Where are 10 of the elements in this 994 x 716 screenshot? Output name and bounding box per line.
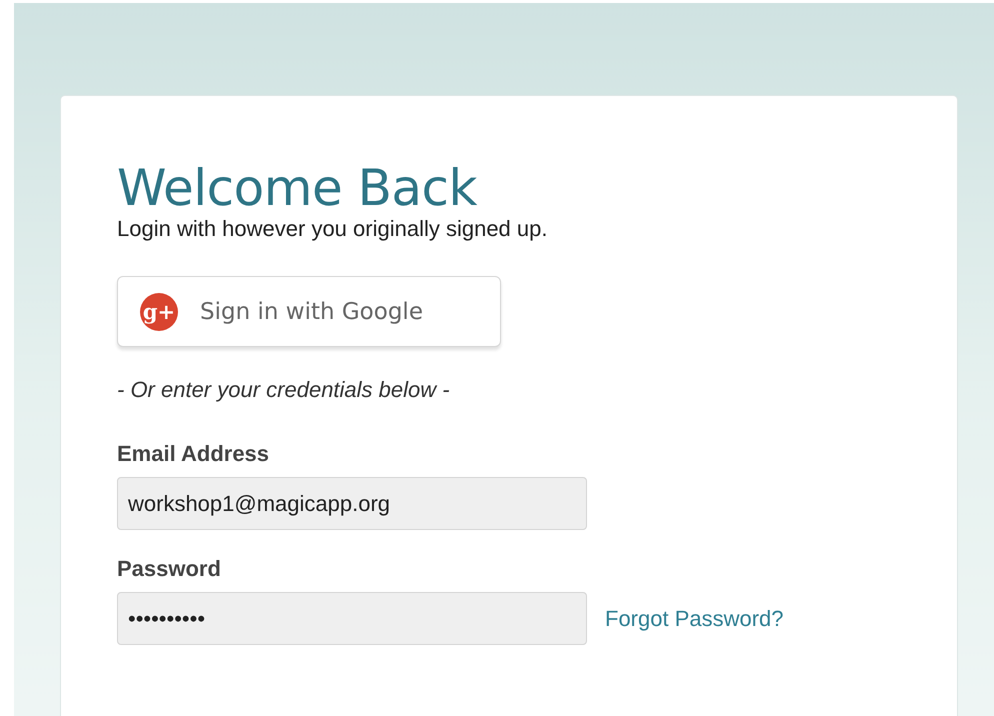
divider-text: - Or enter your credentials below - [117,377,451,403]
input-field[interactable]: •••••••••• [117,592,587,645]
page-title: Welcome Back [117,158,478,218]
subtitle: Login with however you originally signed up. [117,216,548,242]
field-label: Password [117,556,222,582]
field-label: Email Address [117,441,270,467]
google-plus-icon: g+ [140,292,178,330]
input-field[interactable]: workshop1@magicapp.org [117,477,587,530]
google-sign-in-button[interactable]: g+ Sign in with Google [117,276,501,347]
forgot-password-link[interactable]: Forgot Password? [605,606,784,632]
